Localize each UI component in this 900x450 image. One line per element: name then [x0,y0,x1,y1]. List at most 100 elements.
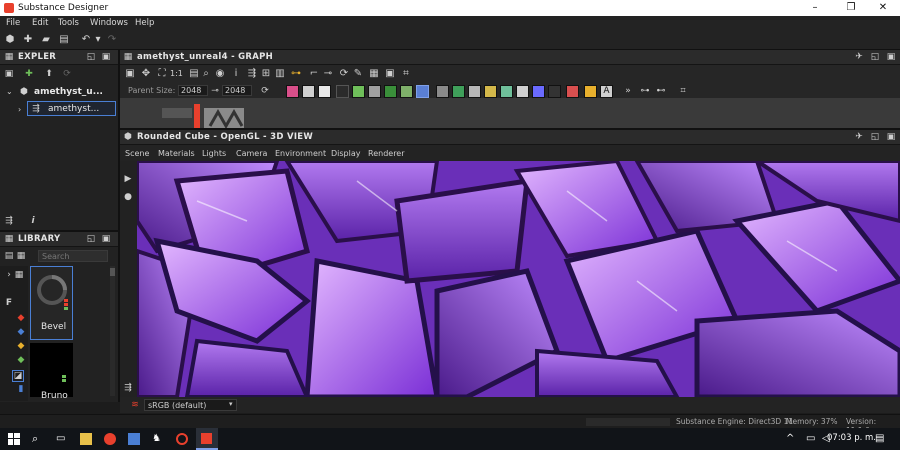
node-emboss-icon[interactable] [468,85,481,98]
category-icon[interactable]: ▦ [14,270,24,280]
view3d-menu-materials[interactable]: Materials [158,149,195,158]
save-icon[interactable]: ▣ [4,69,14,79]
collapse-arrow-icon[interactable]: ⌄ [6,87,13,96]
close-panel-icon[interactable]: ▣ [886,52,896,62]
menu-help[interactable]: Help [135,18,154,28]
undo-dropdown-icon[interactable]: ▾ [92,34,104,45]
close-panel-icon[interactable]: ▣ [101,52,111,62]
menu-edit[interactable]: Edit [32,18,48,28]
refresh-icon[interactable]: ⟳ [338,68,350,79]
node-fx-map-icon[interactable] [548,85,561,98]
float-icon[interactable]: ◱ [870,132,880,142]
view3d-menu-camera[interactable]: Camera [236,149,267,158]
category-icon[interactable]: ◪ [12,370,24,382]
opera-icon[interactable] [176,433,188,445]
library-item-bruno[interactable] [30,343,73,397]
search-icon[interactable]: ⌕ [200,68,212,79]
tree-graph-item[interactable]: ⇶ amethyst... [27,101,116,116]
frame-icon[interactable]: ▣ [124,68,136,79]
graph-canvas[interactable] [120,98,900,128]
open-icon[interactable]: ▰ [40,34,52,45]
chevron-up-icon[interactable]: ^ [786,433,798,445]
pin-icon[interactable]: ✈ [854,52,864,62]
node-gradient-icon[interactable] [352,85,365,98]
output-node-icon[interactable]: ⊷ [656,86,666,96]
more-nodes-icon[interactable]: » [623,86,633,96]
zoom-icon[interactable]: 1:1 [170,68,183,79]
parent-size-width-select[interactable]: 2048 [178,85,208,96]
float-icon[interactable]: ◱ [86,52,96,62]
node-normal-icon[interactable] [452,85,465,98]
node-curve-icon[interactable] [500,85,513,98]
dependency-icon[interactable]: ⊸ [322,68,334,79]
menu-tools[interactable]: Tools [58,18,79,28]
notifications-icon[interactable]: ▤ [875,433,887,445]
fit-icon[interactable]: ⛶ [156,68,168,79]
input-node-icon[interactable]: ⊶ [640,86,650,96]
node-text-icon[interactable] [302,85,315,98]
expand-arrow-icon[interactable]: › [18,105,26,115]
new-package-icon[interactable]: ⬢ [4,34,16,45]
explorer-options-icon[interactable]: ⇶ [4,216,14,226]
close-panel-icon[interactable]: ▣ [886,132,896,142]
file-explorer-icon[interactable] [80,433,92,445]
clock[interactable]: 07:03 p. m. [827,433,876,443]
viewport-3d[interactable] [137,161,900,397]
new-graph-icon[interactable]: ✚ [22,34,34,45]
add-resource-icon[interactable]: ✚ [24,69,34,79]
game-icon[interactable]: ♞ [152,433,164,445]
link-size-icon[interactable]: ⊸ [210,86,220,96]
document-icon[interactable] [128,433,140,445]
node-icon[interactable]: ⌐ [308,68,320,79]
view-settings-icon[interactable]: ⇶ [123,383,133,393]
task-view-icon[interactable]: ▭ [56,433,68,445]
node-sharpen-icon[interactable] [516,85,529,98]
snapshot-icon[interactable]: ◉ [214,68,226,79]
node-pixel-processor-icon[interactable] [532,85,545,98]
parent-size-height-select[interactable]: 2048 [222,85,252,96]
maximize-button[interactable]: ❐ [834,0,868,16]
colorspace-select[interactable]: sRGB (default) ▾ [144,399,237,411]
library-item-bevel[interactable]: Bevel [30,266,73,340]
category-icon[interactable]: ◆ [16,355,26,365]
comment-icon[interactable]: ▤ [188,68,200,79]
library-scrollbar-thumb[interactable] [110,268,115,276]
library-scrollbar[interactable] [110,266,115,396]
node-blur-icon[interactable] [400,85,413,98]
frame-node-icon[interactable]: ⌗ [678,86,688,96]
link-icon[interactable]: ⊶ [290,68,302,79]
category-icon[interactable]: ▮ [16,384,26,394]
reload-icon[interactable]: ⟳ [62,69,72,79]
layers-icon[interactable]: ≋ [130,400,140,410]
network-icon[interactable]: ▭ [806,433,818,445]
close-button[interactable]: ✕ [866,0,900,16]
export-icon[interactable]: ▣ [384,68,396,79]
preview-icon[interactable]: ▦ [368,68,380,79]
node-warp-icon[interactable] [384,85,397,98]
undo-icon[interactable]: ↶ [80,34,92,45]
node-levels-icon[interactable] [416,85,429,98]
node-shuffle-icon[interactable] [484,85,497,98]
node-uniform-icon[interactable] [318,85,331,98]
search-icon[interactable]: ⌕ [32,433,44,445]
pin-icon[interactable]: ✈ [854,132,864,142]
table-icon[interactable]: ▥ [274,68,286,79]
menu-file[interactable]: File [6,18,20,28]
node-hsl-icon[interactable] [436,85,449,98]
category-filters-icon[interactable]: F [4,298,14,308]
view3d-menu-display[interactable]: Display [331,149,361,158]
close-panel-icon[interactable]: ▣ [101,234,111,244]
node-text-icon[interactable]: A [600,85,613,98]
save-all-icon[interactable]: ▤ [58,34,70,45]
align-icon[interactable]: ⇶ [246,68,258,79]
category-icon[interactable]: ◆ [16,327,26,337]
category-expand-icon[interactable]: › [4,270,14,280]
library-view-icon[interactable]: ▤ [4,251,14,261]
taskbar-active-app[interactable] [196,428,218,450]
minimize-button[interactable]: – [798,0,832,16]
hierarchy-icon[interactable]: ⊞ [260,68,272,79]
library-filter-icon[interactable]: ▦ [16,251,26,261]
category-icon[interactable]: ◆ [16,341,26,351]
node-value-processor-icon[interactable] [584,85,597,98]
windows-start-icon[interactable] [8,433,20,445]
